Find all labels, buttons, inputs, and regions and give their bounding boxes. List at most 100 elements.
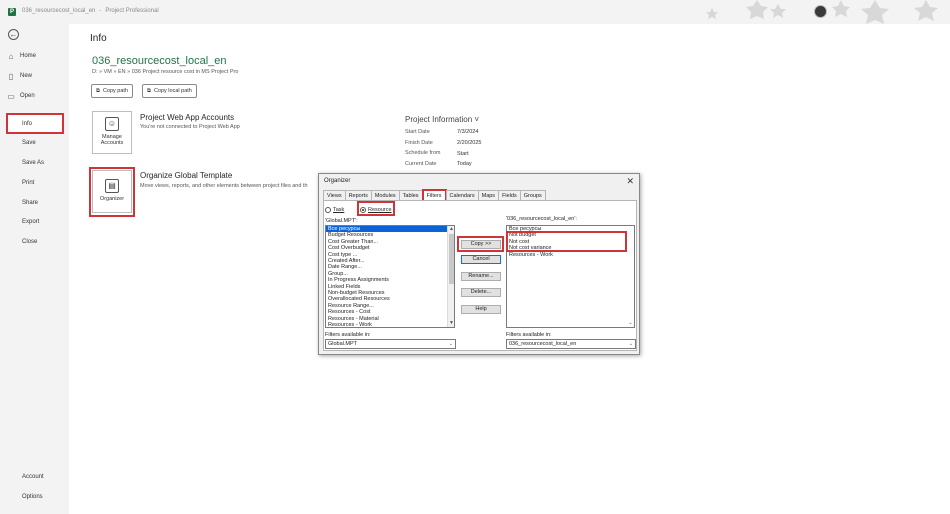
chevron-down-icon: ⌄: [628, 341, 633, 347]
window-file-name: 036_resourcecost_local_en: [22, 8, 96, 14]
scroll-up-icon[interactable]: ▲: [448, 226, 454, 233]
nav-home-label: Home: [20, 53, 37, 59]
copy-local-path-label: Copy local path: [153, 88, 192, 94]
highlight-organizer: [89, 167, 135, 217]
nav-share-label: Share: [22, 200, 39, 206]
nav-account-label: Account: [22, 474, 44, 480]
tab-maps[interactable]: Maps: [477, 190, 500, 200]
nav-share[interactable]: Share: [6, 195, 64, 211]
pi-finish-label: Finish Date: [405, 140, 433, 146]
window-app-name: Project Professional: [105, 8, 159, 14]
right-available-label: Filters available in:: [506, 332, 552, 338]
copy-local-path-button[interactable]: ⧉ Copy local path: [142, 84, 197, 98]
scroll-thumb[interactable]: [449, 234, 454, 284]
backstage-nav: ← ⌂ Home ▯ New ▭ Open Info Save Save As …: [0, 24, 69, 514]
radio-task-label: Task: [333, 207, 345, 213]
nav-home[interactable]: ⌂ Home: [6, 48, 64, 64]
nav-save[interactable]: Save: [6, 135, 64, 151]
project-path: D: » VM » EN » 036 Project resource cost…: [92, 69, 239, 75]
left-filter-list[interactable]: Все ресурсы Budget Resources Cost Greater …: [325, 225, 455, 328]
user-avatar[interactable]: [814, 5, 827, 18]
scroll-down-icon[interactable]: ▼: [448, 320, 454, 327]
pi-schedule-label: Schedule from: [405, 150, 441, 156]
left-list-label: 'Global.MPT':: [325, 218, 358, 224]
pwa-description: You're not connected to Project Web App: [140, 124, 240, 130]
tab-fields[interactable]: Fields: [498, 190, 521, 200]
pwa-title: Project Web App Accounts: [140, 113, 235, 122]
right-available-value: 036_resourcecost_local_en: [509, 341, 577, 347]
project-name: 036_resourcecost_local_en: [92, 55, 227, 67]
cancel-button[interactable]: Cancel: [461, 255, 501, 264]
nav-options-label: Options: [22, 494, 43, 500]
copy-path-label: Copy path: [102, 88, 129, 94]
ogt-description: Move views, reports, and other elements …: [140, 183, 308, 189]
rename-button[interactable]: Rename...: [461, 272, 501, 281]
tab-groups[interactable]: Groups: [519, 190, 546, 200]
nav-info[interactable]: Info: [6, 113, 64, 134]
nav-open-label: Open: [20, 93, 35, 99]
ogt-title: Organize Global Template: [140, 171, 233, 180]
manage-accounts-label-2: Accounts: [100, 140, 124, 146]
copy-link-icon: ⧉: [147, 87, 151, 94]
manage-accounts-button[interactable]: ☺ Manage Accounts: [92, 111, 132, 154]
nav-open[interactable]: ▭ Open: [6, 88, 64, 104]
nav-export[interactable]: Export: [6, 214, 64, 230]
left-available-label: Filters available in:: [325, 332, 371, 338]
home-icon: ⌂: [8, 51, 14, 61]
right-list-scrollbar[interactable]: ⌄: [627, 226, 634, 327]
pi-finish-value[interactable]: 2/20/2025: [457, 140, 481, 146]
highlight-resource: [357, 201, 395, 216]
pi-start-value[interactable]: 7/3/2024: [457, 129, 478, 135]
left-list-item[interactable]: Resources - Work: [326, 322, 454, 327]
nav-close[interactable]: Close: [6, 234, 64, 250]
tab-reports[interactable]: Reports: [344, 190, 372, 200]
tab-views[interactable]: Views: [323, 190, 346, 200]
radio-task[interactable]: Task: [325, 207, 344, 213]
pi-current-value[interactable]: Today: [457, 161, 472, 167]
tab-tables[interactable]: Tables: [398, 190, 423, 200]
new-file-icon: ▯: [8, 71, 14, 81]
highlight-copied-filters: [506, 231, 627, 252]
project-information-title[interactable]: Project Information ˅: [405, 115, 479, 124]
nav-print-label: Print: [22, 180, 35, 186]
left-available-combo[interactable]: Global.MPT ⌄: [325, 339, 456, 349]
close-icon[interactable]: ✕: [626, 176, 634, 187]
help-button[interactable]: Help: [461, 305, 501, 314]
back-arrow-icon[interactable]: ←: [8, 29, 19, 40]
right-list-label: '036_resourcecost_local_en':: [506, 216, 577, 222]
scroll-down-icon[interactable]: ⌄: [627, 320, 634, 327]
account-icon: ☺: [105, 117, 119, 131]
page-title: Info: [90, 33, 107, 44]
nav-options[interactable]: Options: [6, 489, 64, 505]
window-title: 036_resourcecost_local_en - Project Profes…: [22, 8, 159, 14]
nav-new[interactable]: ▯ New: [6, 68, 64, 84]
highlight-copy-button: [457, 236, 504, 252]
window-title-separator: -: [99, 8, 102, 14]
tab-modules[interactable]: Modules: [370, 190, 400, 200]
nav-info-label: Info: [22, 120, 33, 127]
left-list-scrollbar[interactable]: ▲ ▼: [447, 226, 454, 327]
radio-task-control[interactable]: [325, 207, 331, 213]
copy-path-button[interactable]: ⧉ Copy path: [91, 84, 134, 98]
left-available-value: Global.MPT: [328, 341, 358, 347]
tab-calendars[interactable]: Calendars: [445, 190, 479, 200]
nav-account[interactable]: Account: [6, 469, 64, 485]
nav-print[interactable]: Print: [6, 175, 64, 191]
nav-save-as[interactable]: Save As: [6, 155, 64, 171]
right-available-combo[interactable]: 036_resourcecost_local_en ⌄: [506, 339, 636, 349]
right-list-item[interactable]: Resources - Work: [507, 252, 634, 258]
pi-schedule-value[interactable]: Start: [457, 151, 469, 157]
chevron-down-icon: ⌄: [448, 341, 453, 347]
nav-export-label: Export: [22, 219, 40, 225]
project-app-icon: P: [8, 8, 16, 16]
tab-filters[interactable]: Filters: [421, 189, 447, 200]
nav-new-label: New: [20, 73, 33, 79]
delete-button[interactable]: Delete...: [461, 288, 501, 297]
pi-current-label: Current Date: [405, 161, 437, 167]
organizer-dialog-title: Organizer: [324, 178, 351, 184]
title-bar: P 036_resourcecost_local_en - Project Prof…: [0, 0, 950, 24]
nav-save-label: Save: [22, 140, 36, 146]
copy-link-icon: ⧉: [96, 87, 100, 94]
nav-close-label: Close: [22, 239, 38, 245]
folder-open-icon: ▭: [7, 91, 15, 101]
